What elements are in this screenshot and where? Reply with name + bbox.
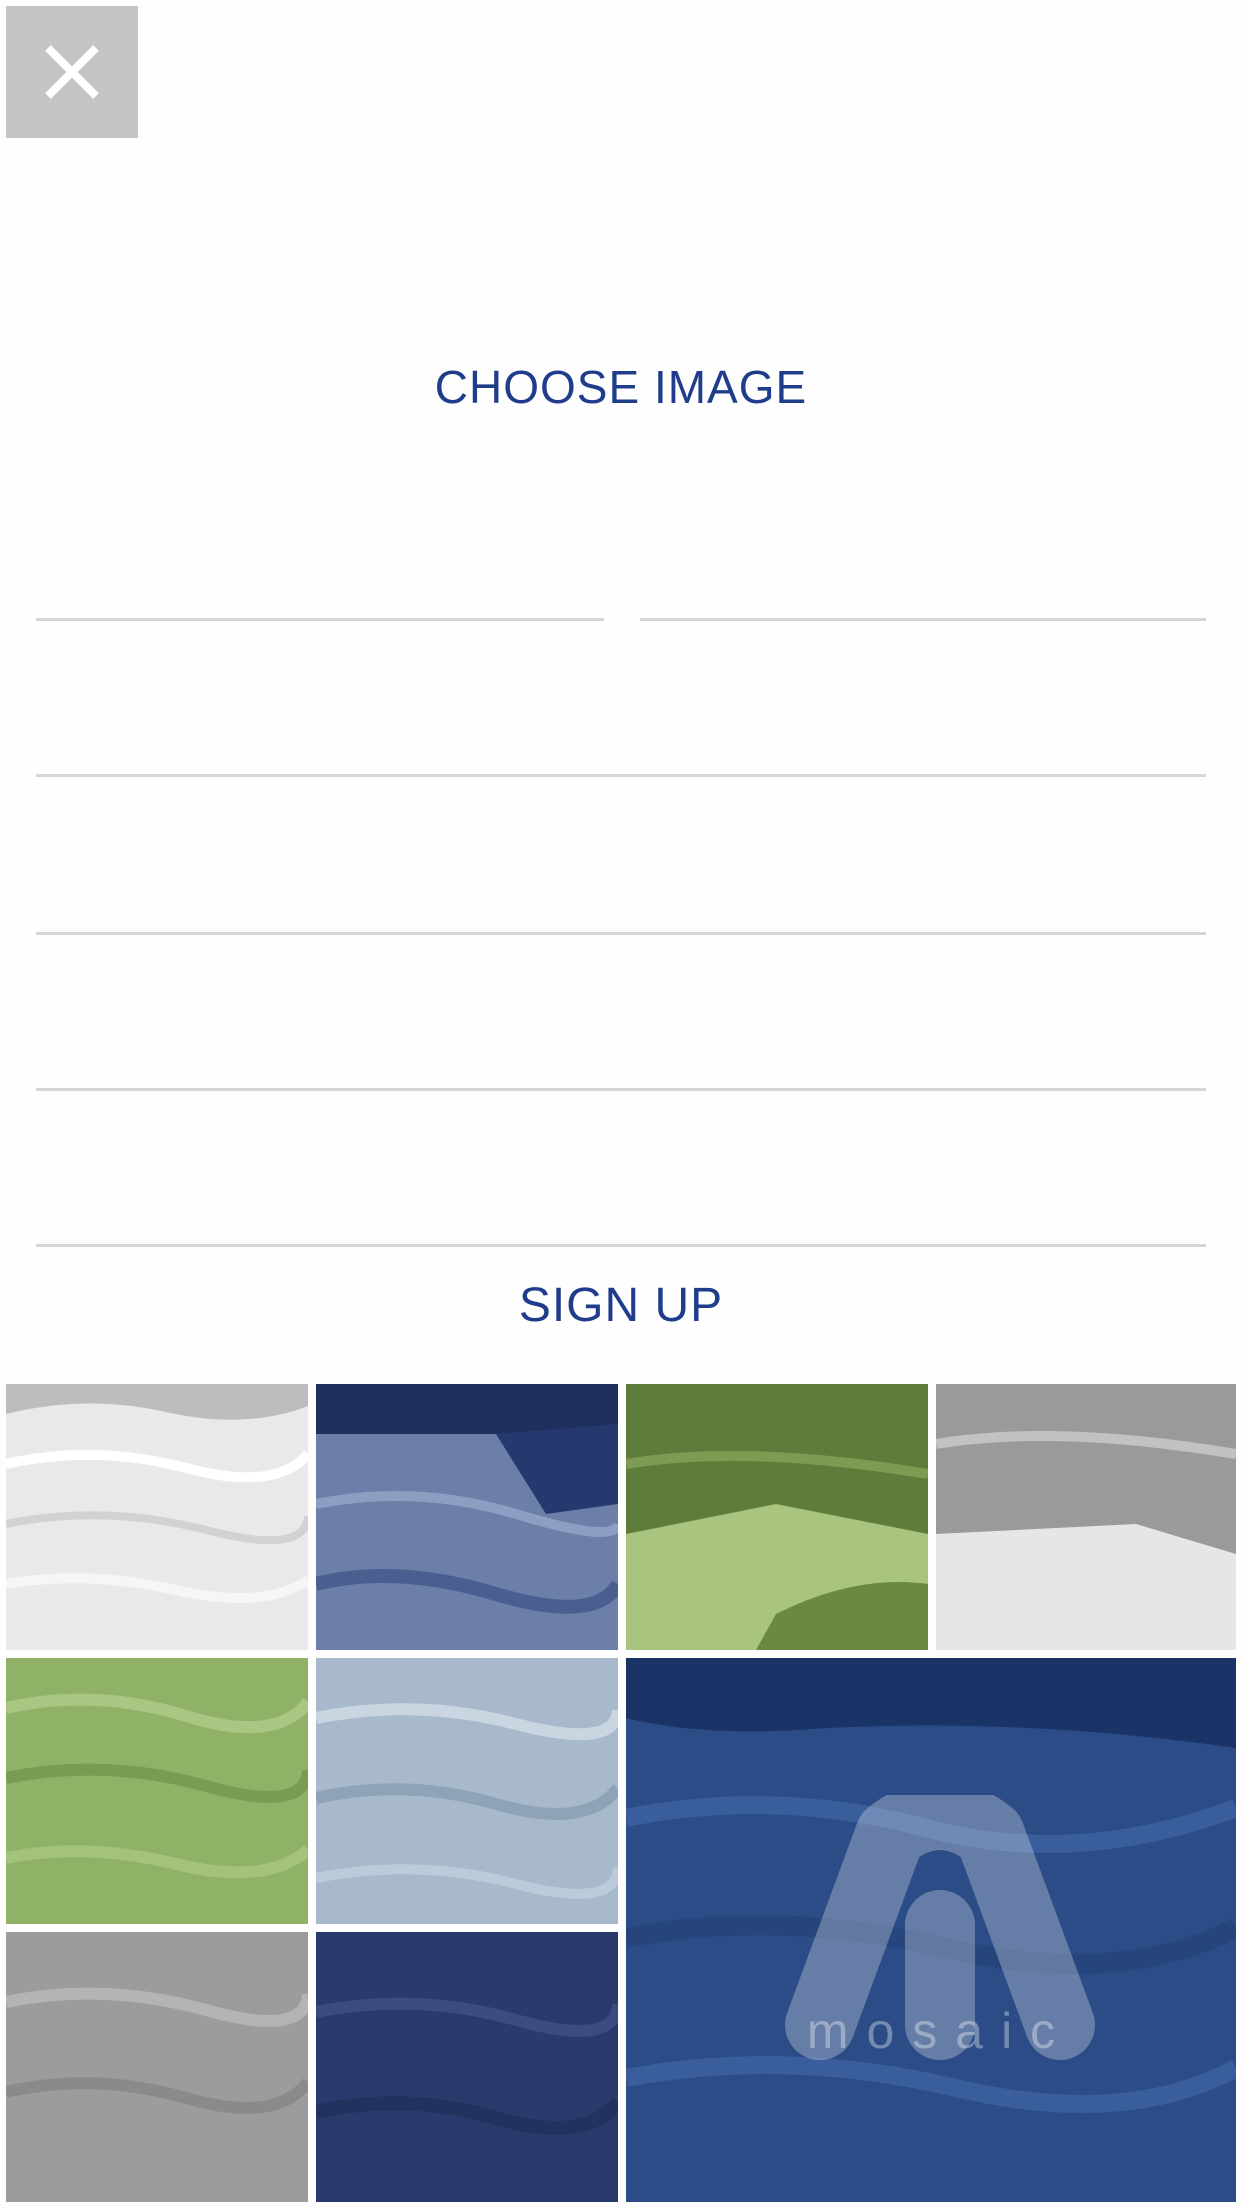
last-name-input[interactable]	[640, 538, 1206, 618]
choose-image-button[interactable]: CHOOSE IMAGE	[0, 360, 1242, 414]
form-field-6[interactable]	[36, 1164, 1206, 1247]
first-name-input[interactable]	[36, 538, 604, 618]
last-name-field[interactable]	[640, 538, 1206, 621]
close-icon	[45, 45, 99, 99]
mosaic-tile-green-rocks	[626, 1384, 928, 1650]
form-input-4[interactable]	[36, 852, 1206, 932]
sign-up-button[interactable]: SIGN UP	[0, 1278, 1242, 1333]
mosaic-tile-white-water	[6, 1384, 308, 1650]
mosaic-tile-green-water	[6, 1658, 308, 1924]
form-input-6[interactable]	[36, 1164, 1206, 1244]
mosaic-tile-navy-rocks	[316, 1384, 618, 1650]
mosaic-tile-dark-navy-water	[316, 1932, 618, 2202]
first-name-field[interactable]	[36, 538, 604, 621]
mosaic-tile-gray-water	[6, 1932, 308, 2202]
mosaic-tile-light-blue-water	[316, 1658, 618, 1924]
close-button[interactable]	[6, 6, 138, 138]
mosaic-tile-gray-shore	[936, 1384, 1236, 1650]
form-field-4[interactable]	[36, 852, 1206, 935]
form-input-5[interactable]	[36, 1008, 1206, 1088]
form-field-3[interactable]	[36, 694, 1206, 777]
form-field-5[interactable]	[36, 1008, 1206, 1091]
form-input-3[interactable]	[36, 694, 1206, 774]
mosaic-logo-text: mosaic	[806, 2003, 1074, 2059]
